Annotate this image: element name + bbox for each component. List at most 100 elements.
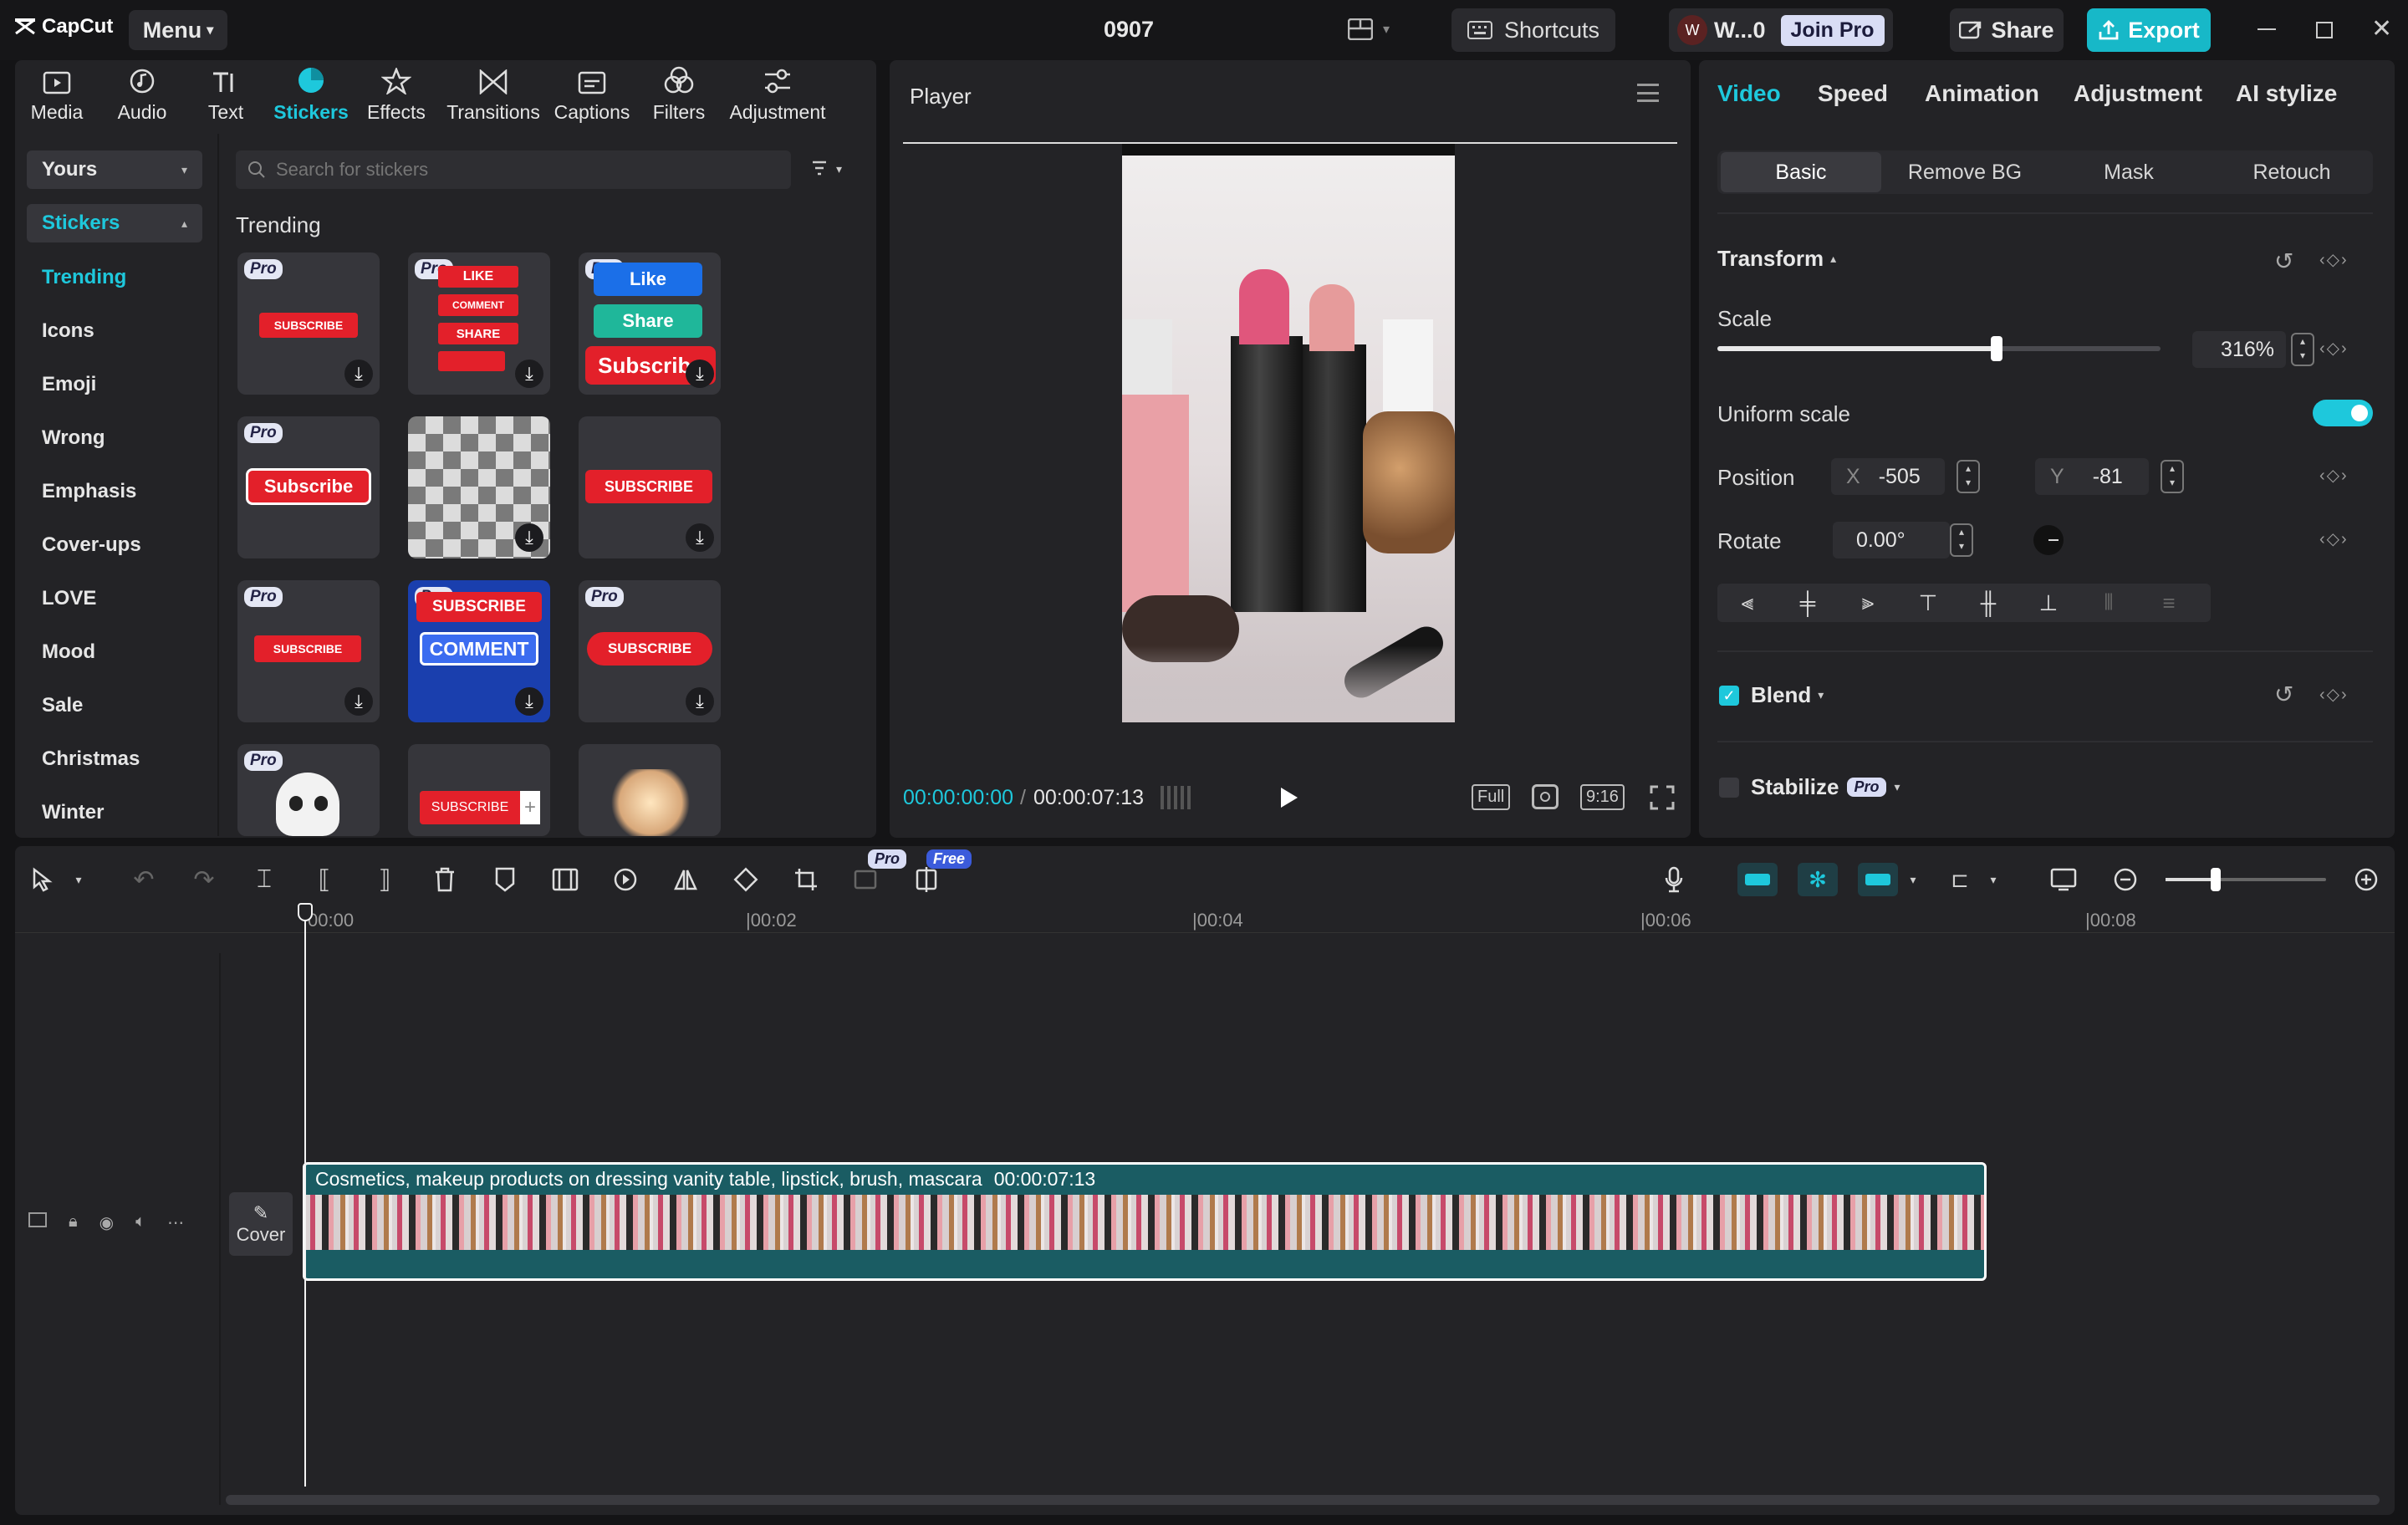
blend-section-header[interactable]: Blend ▾: [1751, 682, 1824, 708]
tab-effects[interactable]: Effects: [355, 65, 438, 124]
project-title[interactable]: 0907: [1104, 17, 1154, 43]
sidebar-item-sale[interactable]: Sale: [42, 694, 83, 717]
minimize-button[interactable]: [2258, 28, 2276, 30]
reset-icon[interactable]: ↺: [2274, 247, 2293, 275]
close-button[interactable]: ✕: [2371, 17, 2392, 42]
sidebar-item-icons[interactable]: Icons: [42, 319, 94, 343]
fit-timeline-icon[interactable]: [2047, 863, 2080, 896]
tab-media[interactable]: Media: [15, 65, 99, 124]
microphone-icon[interactable]: [1657, 863, 1691, 896]
align-top-icon[interactable]: ⊤: [1898, 590, 1958, 616]
undo-icon[interactable]: ↶: [127, 863, 161, 896]
sticker-youtube-subscribe[interactable]: Pro Subscribe: [237, 416, 380, 558]
distribute-h-icon[interactable]: ⫴: [2079, 589, 2139, 616]
filter-button[interactable]: ▾: [811, 159, 842, 179]
rotate-stepper[interactable]: ▴ ▾: [1950, 523, 1973, 557]
search-bar[interactable]: [236, 150, 791, 189]
stabilize-section-header[interactable]: Stabilize Pro ▾: [1751, 774, 1900, 800]
player-menu-icon[interactable]: [1637, 84, 1659, 102]
rotate-dial[interactable]: [2033, 525, 2064, 555]
main-track-magnet-icon[interactable]: [1737, 863, 1778, 896]
download-icon[interactable]: ⤓: [515, 687, 543, 716]
scale-stepper[interactable]: ▴ ▾: [2291, 333, 2314, 366]
scale-slider-thumb[interactable]: [1990, 336, 2002, 361]
position-x-field[interactable]: X -505: [1831, 458, 1945, 495]
play-icon[interactable]: [1281, 788, 1298, 808]
waveform-icon[interactable]: [1161, 786, 1194, 809]
sidebar-item-wrong[interactable]: Wrong: [42, 426, 105, 450]
sticker-like-comment-share[interactable]: Pro LIKE COMMENT SHARE ⤓: [408, 252, 550, 395]
tab-stickers[interactable]: Stickers: [269, 65, 353, 124]
layout-icon[interactable]: ▾: [1348, 18, 1390, 40]
sticker-subscribe-plus[interactable]: SUBSCRIBE +: [408, 744, 550, 836]
share-button[interactable]: Share: [1950, 8, 2064, 52]
download-icon[interactable]: ⤓: [344, 687, 373, 716]
speed-icon[interactable]: [609, 863, 642, 896]
sidebar-item-mood[interactable]: Mood: [42, 640, 95, 664]
x-stepper[interactable]: ▴ ▾: [1956, 460, 1980, 493]
sticker-pixel-mosaic[interactable]: ⤓: [408, 416, 550, 558]
shortcuts-button[interactable]: Shortcuts: [1451, 8, 1615, 52]
snap-icon[interactable]: ✻: [1798, 863, 1838, 896]
eye-icon[interactable]: ◉: [99, 1212, 114, 1233]
tab-transitions[interactable]: Transitions: [446, 65, 540, 124]
align-right-icon[interactable]: ⫸: [1838, 589, 1898, 616]
blend-checkbox[interactable]: ✓: [1719, 686, 1739, 706]
sticker-subscribe-bell-pill[interactable]: Pro SUBSCRIBE ⤓: [579, 580, 721, 722]
sidebar-item-trending[interactable]: Trending: [42, 266, 126, 289]
sticker-subscribe-small[interactable]: Pro SUBSCRIBE ⤓: [237, 580, 380, 722]
fullscreen-icon[interactable]: [1649, 784, 1676, 811]
y-stepper[interactable]: ▴ ▾: [2161, 460, 2184, 493]
download-icon[interactable]: ⤓: [344, 360, 373, 388]
redo-icon[interactable]: ↷: [187, 863, 221, 896]
tab-audio[interactable]: Audio: [100, 65, 184, 124]
maximize-button[interactable]: [2316, 22, 2333, 38]
position-y-field[interactable]: Y -81: [2035, 458, 2149, 495]
sidebar-item-emphasis[interactable]: Emphasis: [42, 480, 136, 503]
sidebar-item-christmas[interactable]: Christmas: [42, 747, 140, 771]
sidebar-item-winter[interactable]: Winter: [42, 801, 104, 824]
menu-button[interactable]: Menu ▾: [129, 10, 227, 50]
subtab-basic[interactable]: Basic: [1721, 152, 1881, 192]
delete-right-icon[interactable]: ⟧: [368, 863, 401, 896]
tab-text[interactable]: Text: [184, 65, 268, 124]
chevron-down-icon[interactable]: ▾: [1977, 863, 2010, 896]
uniform-scale-toggle[interactable]: [2313, 400, 2373, 426]
download-icon[interactable]: ⤓: [686, 523, 714, 552]
download-icon[interactable]: ⤓: [515, 523, 543, 552]
download-icon[interactable]: ⤓: [515, 360, 543, 388]
yours-dropdown[interactable]: Yours ▾: [27, 150, 202, 189]
video-clip[interactable]: Cosmetics, makeup products on dressing v…: [303, 1162, 1987, 1281]
snapshot-icon[interactable]: [1532, 784, 1559, 809]
align-left-icon[interactable]: ⫷: [1717, 589, 1778, 616]
tab-filters[interactable]: Filters: [637, 65, 721, 124]
sticker-skull[interactable]: Pro: [237, 744, 380, 836]
subtab-mask[interactable]: Mask: [2048, 152, 2209, 192]
rotate-icon[interactable]: [729, 863, 763, 896]
align-bottom-icon[interactable]: ⊥: [2018, 590, 2079, 616]
align-middle-v-icon[interactable]: ╫: [1958, 590, 2018, 616]
sidebar-item-cover-ups[interactable]: Cover-ups: [42, 533, 141, 557]
chevron-down-icon[interactable]: ▾: [1896, 863, 1930, 896]
tab-captions[interactable]: Captions: [550, 65, 634, 124]
tab-video[interactable]: Video: [1717, 80, 1781, 107]
export-button[interactable]: Export: [2087, 8, 2211, 52]
align-center-h-icon[interactable]: ╪: [1778, 590, 1838, 616]
sticker-glowing-heart[interactable]: [579, 744, 721, 836]
delete-left-icon[interactable]: ⟦: [308, 863, 341, 896]
tab-ai-stylize[interactable]: AI stylize: [2236, 80, 2337, 107]
subtab-retouch[interactable]: Retouch: [2212, 152, 2371, 192]
keyframe-icon[interactable]: ‹◇›: [2319, 338, 2349, 359]
reset-icon[interactable]: ↺: [2274, 681, 2293, 708]
scale-slider[interactable]: [1717, 336, 2161, 361]
stickers-dropdown[interactable]: Stickers ▴: [27, 204, 202, 242]
mark-icon[interactable]: [488, 863, 522, 896]
subtab-remove-bg[interactable]: Remove BG: [1885, 152, 2045, 192]
playhead[interactable]: [298, 903, 313, 1487]
volume-icon[interactable]: 🔈︎: [135, 1212, 145, 1233]
zoom-slider[interactable]: [2166, 868, 2326, 891]
delete-icon[interactable]: [428, 863, 462, 896]
more-icon[interactable]: ⋯: [167, 1212, 184, 1233]
sidebar-item-love[interactable]: LOVE: [42, 587, 96, 610]
keyframe-icon[interactable]: ‹◇›: [2319, 465, 2349, 486]
